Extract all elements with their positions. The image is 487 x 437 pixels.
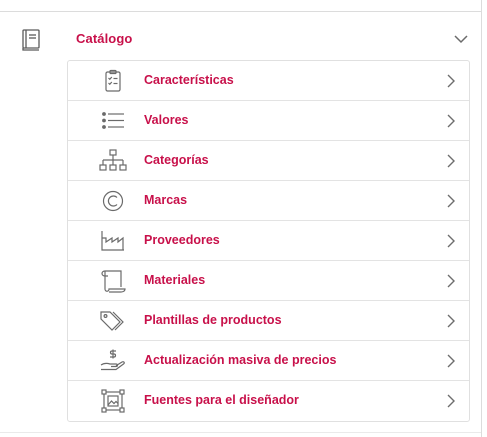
menu-item-label: Proveedores [144,233,220,247]
chevron-right-icon [444,273,458,289]
hand-dollar-icon [98,348,128,374]
chevron-right-icon [444,353,458,369]
chevron-right-icon [444,73,458,89]
menu-item-plantillas-de-productos[interactable]: Plantillas de productos [68,301,469,341]
copyright-icon [98,188,128,214]
tags-icon [98,308,128,334]
chevron-right-icon [444,313,458,329]
bottom-divider [0,432,481,433]
book-icon [20,28,42,52]
section-title[interactable]: Catálogo [76,31,132,46]
image-frame-icon [98,388,128,414]
menu-item-label: Fuentes para el diseñador [144,393,299,407]
menu-item-label: Marcas [144,193,188,207]
hierarchy-icon [98,148,128,174]
menu-item-proveedores[interactable]: Proveedores [68,221,469,261]
menu-item-categorias[interactable]: Categorías [68,141,469,181]
catalog-submenu: Características Valores Categorías Marca… [67,60,470,422]
menu-item-fuentes-para-el-disenador[interactable]: Fuentes para el diseñador [68,381,469,421]
chevron-right-icon [444,153,458,169]
menu-item-marcas[interactable]: Marcas [68,181,469,221]
menu-item-label: Categorías [144,153,209,167]
scroll-icon [98,268,128,294]
top-divider [0,11,481,12]
clipboard-checklist-icon [98,68,128,94]
menu-item-label: Materiales [144,273,206,287]
menu-item-materiales[interactable]: Materiales [68,261,469,301]
right-divider [481,0,482,437]
chevron-right-icon [444,233,458,249]
menu-item-valores[interactable]: Valores [68,101,469,141]
menu-item-label: Actualización masiva de precios [144,353,337,367]
menu-item-label: Plantillas de productos [144,313,282,327]
chevron-right-icon [444,113,458,129]
menu-item-caracteristicas[interactable]: Características [68,61,469,101]
chevron-up-icon[interactable] [452,32,470,46]
chevron-right-icon [444,193,458,209]
factory-icon [98,228,128,254]
list-icon [98,108,128,134]
menu-item-label: Valores [144,113,189,127]
chevron-right-icon [444,393,458,409]
menu-item-label: Características [144,73,234,87]
menu-item-actualizacion-masiva-de-precios[interactable]: Actualización masiva de precios [68,341,469,381]
